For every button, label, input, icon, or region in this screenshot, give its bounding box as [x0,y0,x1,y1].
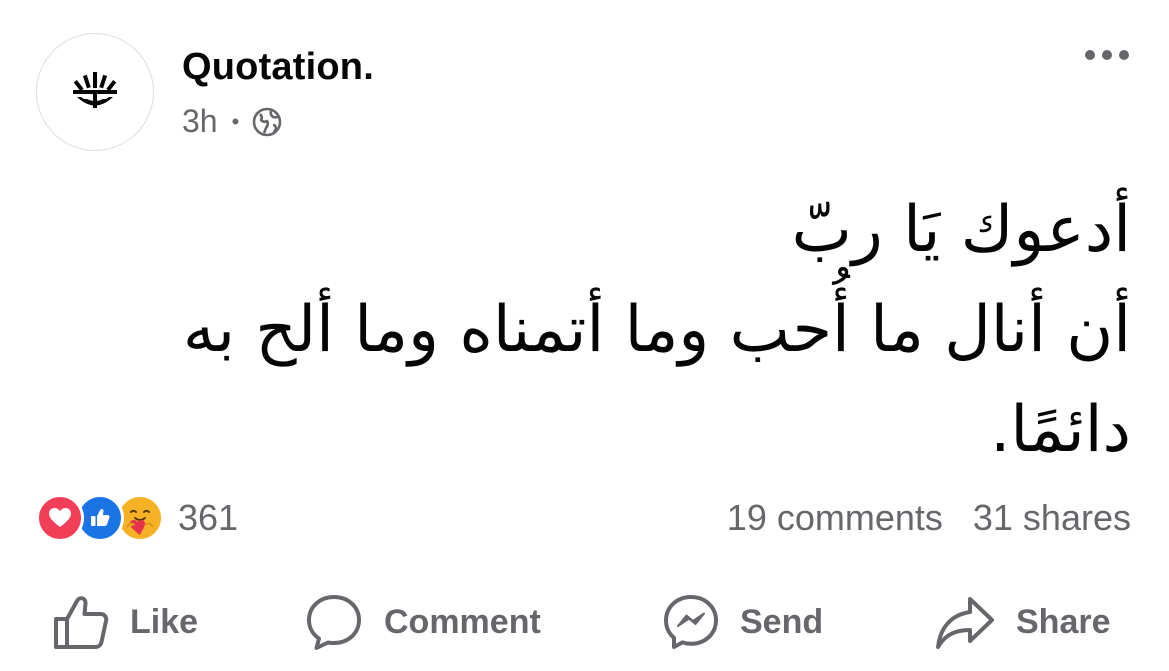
share-button[interactable]: Share [934,590,1111,654]
facebook-post: Quotation. 3h • أدعوك يَا ربّ أن أنال ما… [0,0,1169,671]
more-dot [1119,50,1129,60]
comment-button[interactable]: Comment [304,590,541,654]
action-bar: Like Comment Send Share [0,590,1169,654]
messenger-icon [664,595,718,649]
post-text-line: أدعوك يَا ربّ [791,193,1131,267]
shares-count-link[interactable]: 31 shares [973,494,1131,542]
send-label: Send [740,602,824,641]
post-text-line: دائمًا. [990,393,1131,467]
page-name[interactable]: Quotation. [182,46,374,89]
page-avatar[interactable] [36,33,154,151]
comment-label: Comment [384,602,541,641]
like-label: Like [130,602,199,641]
post-text-line: أن أنال ما أُحب وما أتمناه وما ألح به [182,293,1131,367]
more-options-icon[interactable] [1085,50,1129,60]
thumbs-up-icon [54,596,109,649]
share-label: Share [1016,602,1111,641]
post-stats: 19 comments 31 shares [727,494,1131,542]
share-arrow-icon [936,597,994,649]
page-logo-icon [73,72,117,108]
meta-separator: • [231,108,240,134]
more-dot [1102,50,1112,60]
globe-icon[interactable] [251,106,283,138]
like-button[interactable]: Like [52,590,198,654]
send-button[interactable]: Send [662,590,823,654]
comments-count-link[interactable]: 19 comments [727,494,943,542]
love-reaction-icon [36,494,84,542]
post-text: أدعوك يَا ربّ أن أنال ما أُحب وما أتمناه… [41,180,1131,480]
post-meta: 3h • [182,103,283,140]
comment-bubble-icon [307,595,361,650]
post-timestamp[interactable]: 3h [182,103,218,140]
reaction-count: 361 [178,497,239,538]
more-dot [1085,50,1095,60]
reactions-summary[interactable]: 361 [36,494,238,542]
